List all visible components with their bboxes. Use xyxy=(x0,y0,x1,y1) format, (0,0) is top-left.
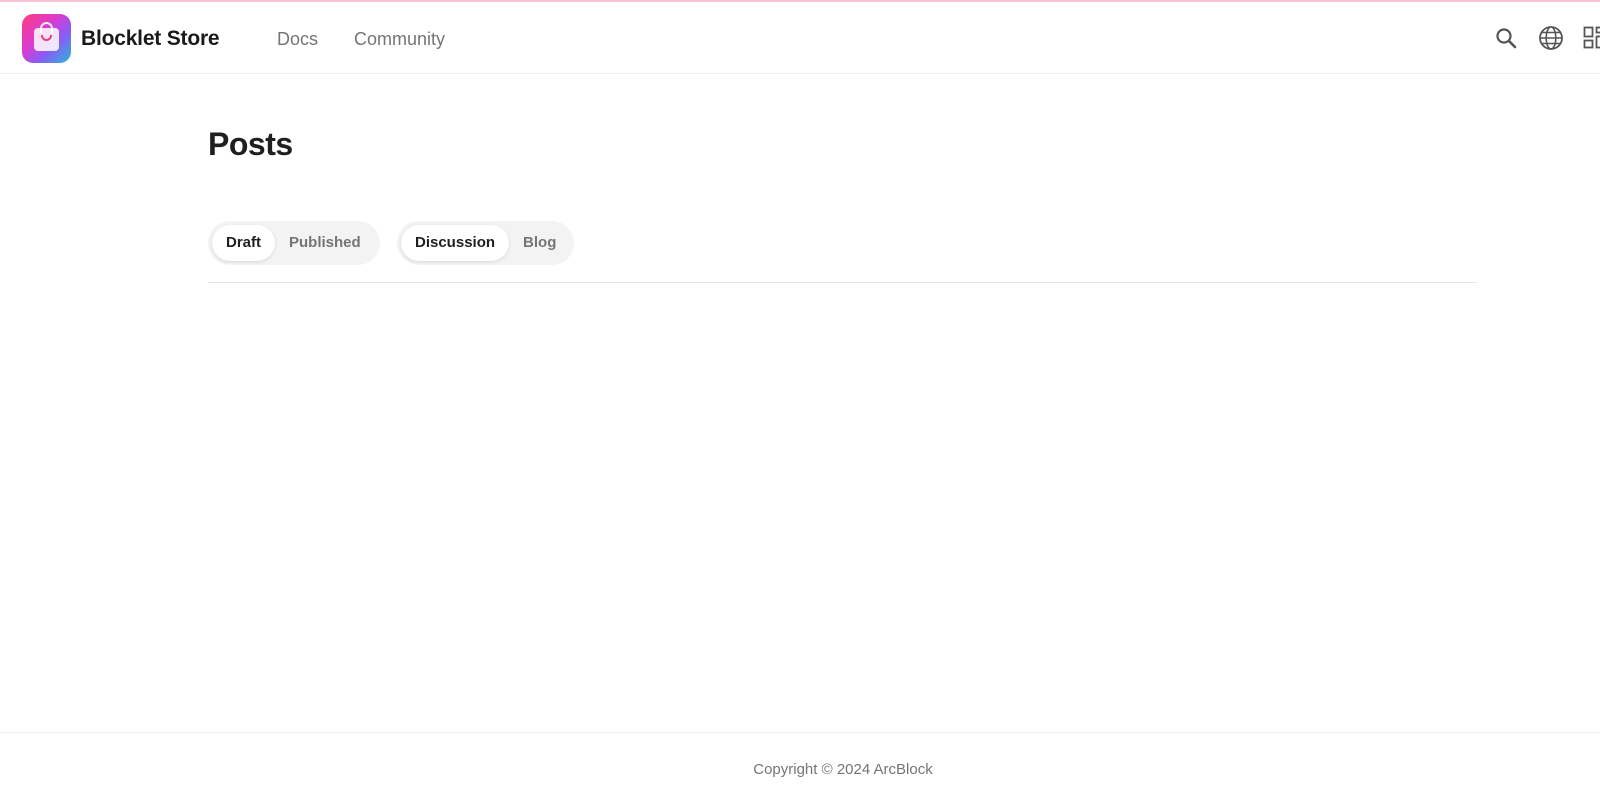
footer-divider xyxy=(0,732,1600,733)
globe-icon[interactable] xyxy=(1538,25,1564,51)
status-tab-group: Draft Published xyxy=(208,221,380,265)
tab-published[interactable]: Published xyxy=(275,225,375,261)
content-divider xyxy=(208,282,1477,283)
tab-discussion[interactable]: Discussion xyxy=(401,225,510,261)
search-icon[interactable] xyxy=(1494,26,1518,50)
nav-link-docs[interactable]: Docs xyxy=(277,29,318,50)
site-header: Blocklet Store Docs Community xyxy=(0,2,1600,74)
nav-link-community[interactable]: Community xyxy=(354,29,445,50)
brand-name[interactable]: Blocklet Store xyxy=(81,27,220,51)
page-title: Posts xyxy=(208,126,293,162)
tab-blog[interactable]: Blog xyxy=(509,225,570,261)
blocklet-store-logo[interactable] xyxy=(22,14,71,63)
type-tab-group: Discussion Blog xyxy=(397,221,574,265)
tab-draft[interactable]: Draft xyxy=(212,225,276,261)
footer-copyright: Copyright © 2024 ArcBlock xyxy=(753,761,933,778)
apps-icon[interactable] xyxy=(1583,26,1600,50)
